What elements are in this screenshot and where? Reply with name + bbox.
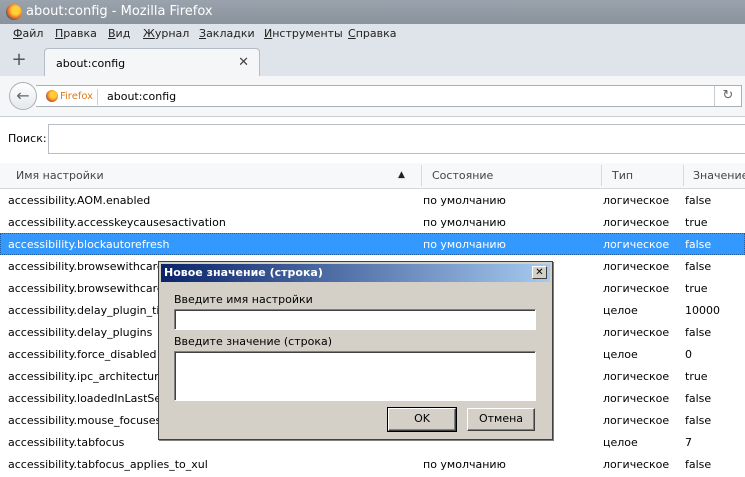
pref-name: accessibility.loadedInLastSessi: [8, 392, 176, 405]
pref-type: логическое: [603, 238, 670, 251]
navigation-toolbar: Firefox about:config ↻ ←: [0, 76, 745, 117]
tab-about-config[interactable]: about:config ✕: [44, 48, 260, 77]
pref-type: логическое: [603, 260, 670, 273]
pref-value: true: [685, 370, 708, 383]
cancel-button[interactable]: Отмена: [467, 408, 535, 431]
identity-box[interactable]: Firefox: [46, 89, 99, 105]
pref-value: false: [685, 458, 712, 471]
new-tab-button[interactable]: +: [10, 51, 28, 70]
url-text[interactable]: about:config: [107, 90, 176, 103]
pref-value: 0: [685, 348, 692, 361]
menu-file[interactable]: Файл: [13, 27, 43, 40]
menu-view[interactable]: Вид: [108, 27, 130, 40]
search-label: Поиск:: [8, 132, 47, 145]
pref-name: accessibility.tabfocus: [8, 436, 125, 449]
tab-close-icon[interactable]: ✕: [238, 55, 249, 70]
table-row[interactable]: accessibility.accesskeycausesactivation п…: [0, 211, 745, 233]
table-row-selected[interactable]: accessibility.blockautorefresh по умолчан…: [0, 233, 745, 255]
pref-name: accessibility.browsewithcaret_s: [8, 282, 180, 295]
table-row[interactable]: accessibility.tabfocus_applies_to_xul по …: [0, 453, 745, 475]
pref-type: логическое: [603, 194, 670, 207]
pref-type: логическое: [603, 458, 670, 471]
pref-type: целое: [603, 304, 638, 317]
pref-value: false: [685, 194, 712, 207]
new-string-pref-dialog: Новое значение (строка) ✕ Введите имя на…: [158, 261, 553, 440]
firefox-logo-icon: [6, 4, 22, 20]
identity-label: Firefox: [60, 90, 94, 102]
pref-name: accessibility.ipc_architecture.e: [8, 370, 176, 383]
pref-type: логическое: [603, 326, 670, 339]
pref-name: accessibility.accesskeycausesactivation: [8, 216, 226, 229]
firefox-identity-icon: [46, 90, 58, 102]
menu-help[interactable]: Справка: [348, 27, 396, 40]
search-input[interactable]: [48, 124, 745, 154]
menu-edit[interactable]: Правка: [55, 27, 97, 40]
pref-value: false: [685, 238, 712, 251]
pref-type: логическое: [603, 216, 670, 229]
pref-type: логическое: [603, 392, 670, 405]
pref-value: 10000: [685, 304, 720, 317]
pref-name: accessibility.delay_plugins: [8, 326, 153, 339]
window-titlebar: about:config - Mozilla Firefox: [0, 0, 745, 24]
column-divider[interactable]: [601, 165, 602, 186]
url-bar[interactable]: Firefox about:config ↻: [36, 85, 742, 107]
pref-name-input[interactable]: [174, 309, 536, 330]
column-header-name[interactable]: Имя настройки: [16, 169, 104, 182]
window-title: about:config - Mozilla Firefox: [26, 4, 213, 19]
pref-value: false: [685, 260, 712, 273]
pref-name: accessibility.force_disabled: [8, 348, 157, 361]
pref-name: accessibility.AOM.enabled: [8, 194, 151, 207]
pref-type: логическое: [603, 282, 670, 295]
column-divider[interactable]: [421, 165, 422, 186]
ok-button[interactable]: OK: [387, 407, 457, 432]
pref-value: false: [685, 414, 712, 427]
pref-value-input[interactable]: [174, 351, 536, 401]
dialog-title: Новое значение (строка): [164, 266, 323, 279]
pref-type: логическое: [603, 370, 670, 383]
back-button[interactable]: ←: [9, 82, 37, 110]
pref-name: accessibility.delay_plugin_time: [8, 304, 177, 317]
pref-value: 7: [685, 436, 692, 449]
column-divider[interactable]: [683, 165, 684, 186]
pref-status: по умолчанию: [423, 458, 506, 471]
menu-tools[interactable]: Инструменты: [264, 27, 343, 40]
tabbar: + about:config ✕: [0, 46, 745, 77]
pref-value: true: [685, 216, 708, 229]
pref-name-label: Введите имя настройки: [174, 293, 313, 306]
tab-title: about:config: [56, 57, 126, 70]
pref-value: false: [685, 326, 712, 339]
pref-value-label: Введите значение (строка): [174, 335, 333, 348]
prefs-table-header: Имя настройки ▲ Состояние Тип Значение: [0, 163, 745, 189]
pref-status: по умолчанию: [423, 216, 506, 229]
pref-type: логическое: [603, 414, 670, 427]
menubar: Файл Правка Вид Журнал Закладки Инструме…: [0, 24, 745, 46]
pref-name: accessibility.mouse_focuses_fo: [8, 414, 178, 427]
menu-bookmarks[interactable]: Закладки: [199, 27, 255, 40]
pref-value: true: [685, 282, 708, 295]
table-row[interactable]: accessibility.AOM.enabled по умолчанию лог…: [0, 189, 745, 211]
menu-history[interactable]: Журнал: [143, 27, 189, 40]
sort-ascending-icon: ▲: [398, 170, 405, 180]
reload-icon[interactable]: ↻: [714, 86, 741, 106]
pref-status: по умолчанию: [423, 238, 506, 251]
pref-status: по умолчанию: [423, 194, 506, 207]
column-header-value[interactable]: Значение: [693, 169, 745, 182]
pref-value: false: [685, 392, 712, 405]
pref-type: целое: [603, 348, 638, 361]
pref-name: accessibility.tabfocus_applies_to_xul: [8, 458, 208, 471]
column-header-status[interactable]: Состояние: [432, 169, 493, 182]
pref-type: целое: [603, 436, 638, 449]
pref-name: accessibility.browsewithcaret: [8, 260, 168, 273]
dialog-titlebar[interactable]: Новое значение (строка) ✕: [161, 264, 550, 282]
dialog-close-icon[interactable]: ✕: [532, 266, 547, 279]
column-header-type[interactable]: Тип: [612, 169, 633, 182]
pref-name: accessibility.blockautorefresh: [8, 238, 170, 251]
